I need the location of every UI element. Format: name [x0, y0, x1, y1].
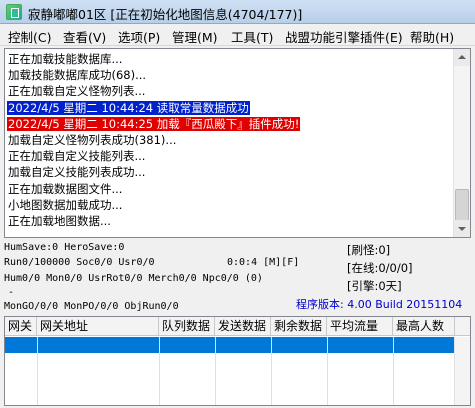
grid-line: [271, 337, 272, 405]
status-hum: Hum0/0 Mon0/0 UsrRot0/0 Merch0/0 Npc0/0 …: [4, 273, 263, 284]
scroll-down-arrow-icon[interactable]: [454, 220, 470, 237]
menu-manage[interactable]: 管理(M): [172, 27, 218, 46]
col-average-traffic[interactable]: 平均流量: [327, 317, 393, 336]
status-refresh: [刷怪:0]: [347, 243, 391, 257]
log-line: 正在加载技能数据库...: [7, 51, 455, 67]
col-max-users[interactable]: 最高人数: [393, 317, 455, 336]
log-line: 正在加载地图数据...: [7, 213, 455, 229]
log-line-text: 正在加载数据图文件...: [8, 181, 123, 196]
status-engine-days: [引擎:0天]: [347, 279, 402, 293]
log-line-text: 正在加载自定义怪物列表...: [8, 84, 146, 99]
log-line: 正在加载自定义怪物列表...: [7, 83, 455, 99]
status-mon: MonGO/0/0 MonPO/0/0 ObjRun0/0: [4, 301, 179, 312]
log-panel[interactable]: 正在加载技能数据库... 加载技能数据库成功(68)... 正在加载自定义怪物列表.…: [4, 48, 471, 238]
title-bar: 寂静嘟嘟01区 [正在初始化地图信息(4704/177)]: [0, 0, 475, 24]
menu-view[interactable]: 查看(V): [63, 27, 106, 46]
table-scrollbar[interactable]: [454, 337, 470, 405]
log-line-text: 加载技能数据库成功(68)...: [8, 68, 147, 83]
log-line-text: 加载自定义技能列表成功...: [8, 165, 146, 180]
grid-line: [327, 337, 328, 405]
status-humsave: HumSave:0 HeroSave:0: [4, 242, 125, 253]
log-line: 加载自定义技能列表成功...: [7, 164, 455, 180]
grid-line: [393, 337, 394, 405]
col-gateway[interactable]: 网关: [5, 317, 37, 336]
log-list: 正在加载技能数据库... 加载技能数据库成功(68)... 正在加载自定义怪物列表.…: [7, 51, 455, 229]
log-line: 2022/4/5 星期二 10:44:25 加载『西瓜殿下』插件成功!: [7, 116, 455, 132]
scroll-up-arrow-icon[interactable]: [454, 49, 470, 66]
menu-engine-plugin[interactable]: 战盟功能引擎插件(E): [285, 27, 403, 46]
status-timer: 0:0:4 [M][F]: [227, 257, 300, 268]
status-run: Run0/100000 Soc0/0 Usr0/0: [4, 257, 155, 268]
log-line: 小地图数据加载成功...: [7, 197, 455, 213]
menu-options[interactable]: 选项(P): [118, 27, 160, 46]
status-panel: HumSave:0 HeroSave:0 Run0/100000 Soc0/0 …: [0, 240, 475, 316]
scroll-thumb[interactable]: [455, 189, 469, 224]
log-line-text: 加载自定义怪物列表成功(381)...: [8, 132, 177, 147]
log-line-text: 小地图数据加载成功...: [8, 197, 123, 212]
log-line-text: 2022/4/5 星期二 10:44:25 加载『西瓜殿下』插件成功!: [7, 116, 301, 131]
program-version: 程序版本: 4.00 Build 20151104: [296, 298, 463, 311]
menu-help[interactable]: 帮助(H): [410, 27, 454, 46]
table-header: 网关 网关地址 队列数据 发送数据 剩余数据 平均流量 最高人数: [5, 317, 470, 336]
log-line-text: 正在加载技能数据库...: [8, 52, 123, 66]
menu-control[interactable]: 控制(C): [8, 27, 51, 46]
log-line: 2022/4/5 星期二 10:44:24 读取常量数据成功: [7, 100, 455, 116]
log-line: 加载自定义怪物列表成功(381)...: [7, 132, 455, 148]
status-dash: -: [8, 287, 15, 298]
col-remaining-data[interactable]: 剩余数据: [271, 317, 327, 336]
col-gateway-address[interactable]: 网关地址: [37, 317, 159, 336]
status-online: [在线:0/0/0]: [347, 261, 413, 275]
log-scrollbar[interactable]: [453, 49, 470, 237]
col-sent-data[interactable]: 发送数据: [215, 317, 271, 336]
log-line-text: 正在加载地图数据...: [8, 213, 111, 228]
log-line: 加载技能数据库成功(68)...: [7, 67, 455, 83]
grid-line: [37, 337, 38, 405]
menu-bar: 控制(C) 查看(V) 选项(P) 管理(M) 工具(T) 战盟功能引擎插件(E…: [0, 24, 475, 46]
grid-line: [215, 337, 216, 405]
log-line: 正在加载数据图文件...: [7, 181, 455, 197]
gateway-table[interactable]: 网关 网关地址 队列数据 发送数据 剩余数据 平均流量 最高人数: [4, 316, 471, 406]
table-row-selected[interactable]: [5, 337, 456, 353]
log-line: 正在加载自定义技能列表...: [7, 148, 455, 164]
menu-tools[interactable]: 工具(T): [231, 27, 273, 46]
grid-line: [159, 337, 160, 405]
log-line-text: 2022/4/5 星期二 10:44:24 读取常量数据成功: [7, 100, 250, 115]
app-icon: [6, 4, 22, 20]
col-queue-data[interactable]: 队列数据: [159, 317, 215, 336]
log-line-text: 正在加载自定义技能列表...: [8, 149, 146, 164]
window-title: 寂静嘟嘟01区 [正在初始化地图信息(4704/177)]: [28, 7, 303, 22]
